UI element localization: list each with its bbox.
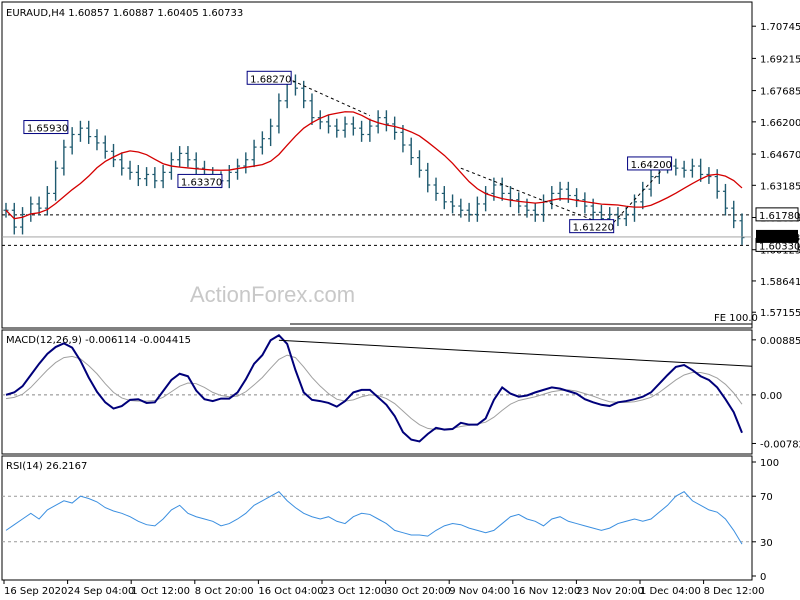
swing-annotation-label: 1.63370 — [181, 177, 222, 188]
price-axis-label: 1.67685 — [760, 87, 800, 98]
price-axis-label: 1.66200 — [760, 118, 800, 129]
price-axis-label: 1.63185 — [760, 181, 800, 192]
price-axis: 1.70745 1.69215 1.67685 1.66200 1.64670 1.631… — [752, 22, 800, 319]
current-price-label: 1.60733 — [759, 233, 800, 244]
price-axis-label: 1.58641 — [760, 277, 800, 288]
macd-axis-label: 0.008859 — [760, 336, 800, 347]
price-axis-label: 1.69215 — [760, 54, 800, 65]
watermark: ActionForex.com — [190, 282, 355, 307]
time-axis-label: 16 Nov 12:00 — [513, 586, 580, 597]
price-panel-title: EURAUD,H4 1.60857 1.60887 1.60405 1.6073… — [6, 8, 243, 19]
level-label: 1.61780 — [759, 211, 800, 222]
rsi-panel-title: RSI(14) 26.2167 — [6, 461, 87, 472]
time-axis-label: 24 Sep 04:00 — [68, 586, 135, 597]
swing-annotation-label: 1.65930 — [27, 124, 68, 135]
time-axis-label: 8 Oct 20:00 — [195, 586, 254, 597]
time-axis-label: 16 Oct 04:00 — [258, 586, 323, 597]
time-axis-label: 1 Dec 04:00 — [640, 586, 701, 597]
rsi-axis-label: 30 — [760, 538, 773, 549]
rsi-axis-label: 70 — [760, 492, 773, 503]
fe-label: FE 100.0 — [714, 313, 758, 324]
time-axis-label: 9 Nov 04:00 — [449, 586, 510, 597]
time-axis-label: 8 Dec 12:00 — [704, 586, 765, 597]
time-axis: 16 Sep 2020 24 Sep 04:001 Oct 12:00 8 Oct … — [3, 580, 765, 597]
macd-axis-label: 0.00 — [760, 391, 782, 402]
time-axis-label: 23 Oct 12:00 — [322, 586, 387, 597]
price-axis-label: 1.64670 — [760, 150, 800, 161]
rsi-axis-label: 100 — [760, 458, 779, 469]
time-axis-label: 23 Nov 20:00 — [576, 586, 643, 597]
time-axis-label: 1 Oct 12:00 — [131, 586, 190, 597]
time-axis-label: 16 Sep 2020 — [4, 586, 67, 597]
macd-panel-title: MACD(12,26,9) -0.006114 -0.004415 — [6, 335, 191, 346]
macd-panel-frame — [1, 329, 753, 455]
swing-annotation-label: 1.64200 — [631, 160, 672, 171]
macd-axis-label: -0.007826 — [760, 439, 800, 450]
price-axis-label: 1.57155 — [760, 308, 800, 319]
forex-chart: ActionForex.com EURAUD,H4 1.60857 1.6088… — [1, 1, 800, 597]
swing-annotation-label: 1.61220 — [573, 223, 614, 234]
time-axis-label: 30 Oct 20:00 — [386, 586, 451, 597]
rsi-axis-label: 0 — [760, 572, 766, 583]
swing-annotation-label: 1.68270 — [250, 74, 291, 85]
price-axis-label: 1.70745 — [760, 22, 800, 33]
